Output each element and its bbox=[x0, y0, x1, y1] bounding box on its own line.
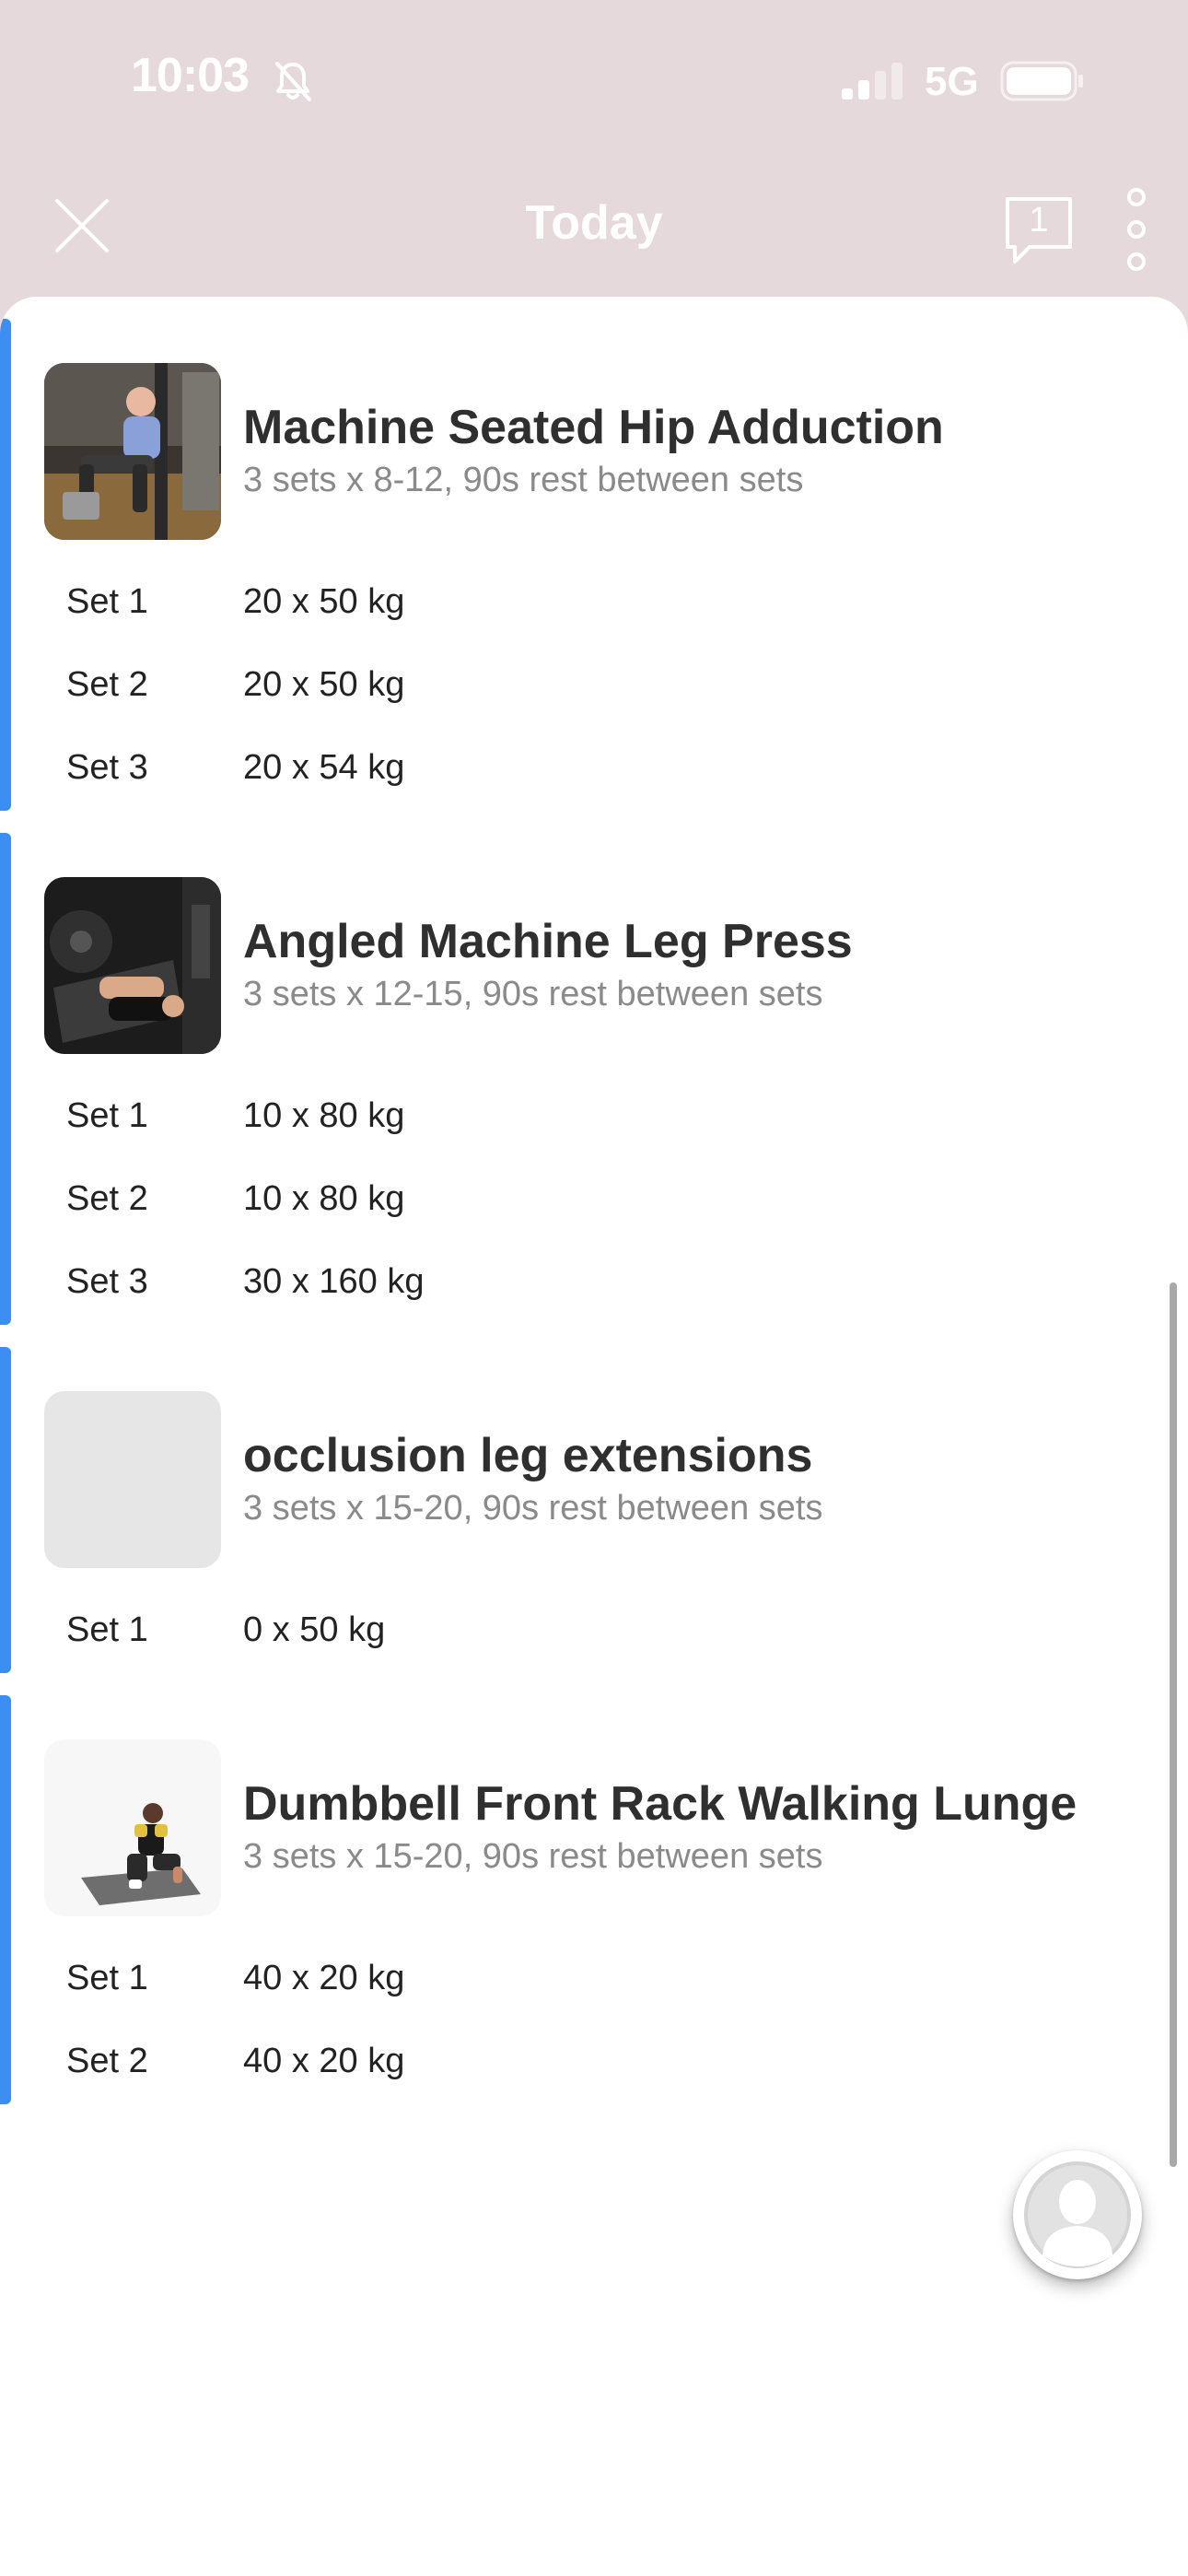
exercise-prescription: 3 sets x 8-12, 90s rest between sets bbox=[243, 461, 804, 499]
exercise-name: occlusion leg extensions bbox=[243, 1429, 813, 1482]
set-label: Set 1 bbox=[66, 1959, 148, 1997]
exercise-card[interactable]: Angled Machine Leg Press 3 sets x 12-15,… bbox=[0, 833, 1188, 1325]
set-value: 10 x 80 kg bbox=[243, 1179, 405, 1218]
scrollbar[interactable] bbox=[1170, 1282, 1177, 2167]
set-value: 20 x 50 kg bbox=[243, 582, 405, 621]
set-value: 40 x 20 kg bbox=[243, 2042, 405, 2080]
more-vertical-icon[interactable] bbox=[1120, 188, 1153, 271]
set-value: 10 x 80 kg bbox=[243, 1096, 405, 1135]
set-value: 0 x 50 kg bbox=[243, 1610, 386, 1649]
set-row[interactable]: Set 2 10 x 80 kg bbox=[0, 1179, 1188, 1244]
set-row[interactable]: Set 1 0 x 50 kg bbox=[0, 1610, 1188, 1675]
accent-bar bbox=[0, 833, 11, 1325]
exercise-name: Machine Seated Hip Adduction bbox=[243, 401, 944, 454]
set-label: Set 1 bbox=[66, 1610, 148, 1649]
exercise-card[interactable]: occlusion leg extensions 3 sets x 15-20,… bbox=[0, 1347, 1188, 1673]
signal-icon bbox=[842, 63, 903, 100]
set-value: 20 x 54 kg bbox=[243, 748, 405, 787]
exercise-name: Dumbbell Front Rack Walking Lunge bbox=[243, 1777, 1077, 1831]
workout-sheet: Machine Seated Hip Adduction 3 sets x 8-… bbox=[0, 297, 1188, 2576]
network-label: 5G bbox=[925, 59, 979, 104]
set-label: Set 2 bbox=[66, 2042, 148, 2080]
set-value: 20 x 50 kg bbox=[243, 665, 405, 704]
user-avatar-icon bbox=[1024, 2161, 1131, 2268]
set-row[interactable]: Set 2 20 x 50 kg bbox=[0, 665, 1188, 730]
chat-count-badge: 1 bbox=[1029, 201, 1049, 240]
status-time: 10:03 bbox=[131, 49, 250, 102]
exercise-prescription: 3 sets x 15-20, 90s rest between sets bbox=[243, 1489, 823, 1528]
exercise-prescription: 3 sets x 15-20, 90s rest between sets bbox=[243, 1837, 823, 1876]
avatar-button[interactable] bbox=[1013, 2150, 1142, 2279]
set-value: 40 x 20 kg bbox=[243, 1959, 405, 1997]
status-bar: 10:03 5G bbox=[0, 0, 1188, 157]
set-row[interactable]: Set 1 10 x 80 kg bbox=[0, 1096, 1188, 1161]
set-value: 30 x 160 kg bbox=[243, 1262, 425, 1301]
exercise-card[interactable]: Machine Seated Hip Adduction 3 sets x 8-… bbox=[0, 319, 1188, 811]
set-label: Set 2 bbox=[66, 1179, 148, 1218]
set-label: Set 2 bbox=[66, 665, 148, 704]
bell-slash-icon bbox=[275, 62, 311, 101]
exercise-thumbnail-placeholder bbox=[44, 1391, 221, 1568]
battery-icon bbox=[1000, 61, 1083, 101]
set-label: Set 3 bbox=[66, 1262, 148, 1301]
exercise-thumbnail bbox=[44, 363, 221, 540]
exercise-prescription: 3 sets x 12-15, 90s rest between sets bbox=[243, 975, 823, 1013]
exercise-card[interactable]: Dumbbell Front Rack Walking Lunge 3 sets… bbox=[0, 1695, 1188, 2104]
accent-bar bbox=[0, 319, 11, 811]
set-label: Set 3 bbox=[66, 748, 148, 787]
set-row[interactable]: Set 2 40 x 20 kg bbox=[0, 2042, 1188, 2106]
exercise-thumbnail bbox=[44, 877, 221, 1054]
set-label: Set 1 bbox=[66, 582, 148, 621]
exercise-thumbnail bbox=[44, 1739, 221, 1916]
set-label: Set 1 bbox=[66, 1096, 148, 1135]
set-row[interactable]: Set 3 20 x 54 kg bbox=[0, 748, 1188, 813]
set-row[interactable]: Set 1 20 x 50 kg bbox=[0, 582, 1188, 647]
set-row[interactable]: Set 3 30 x 160 kg bbox=[0, 1262, 1188, 1327]
exercise-name: Angled Machine Leg Press bbox=[243, 915, 853, 968]
set-row[interactable]: Set 1 40 x 20 kg bbox=[0, 1959, 1188, 2023]
